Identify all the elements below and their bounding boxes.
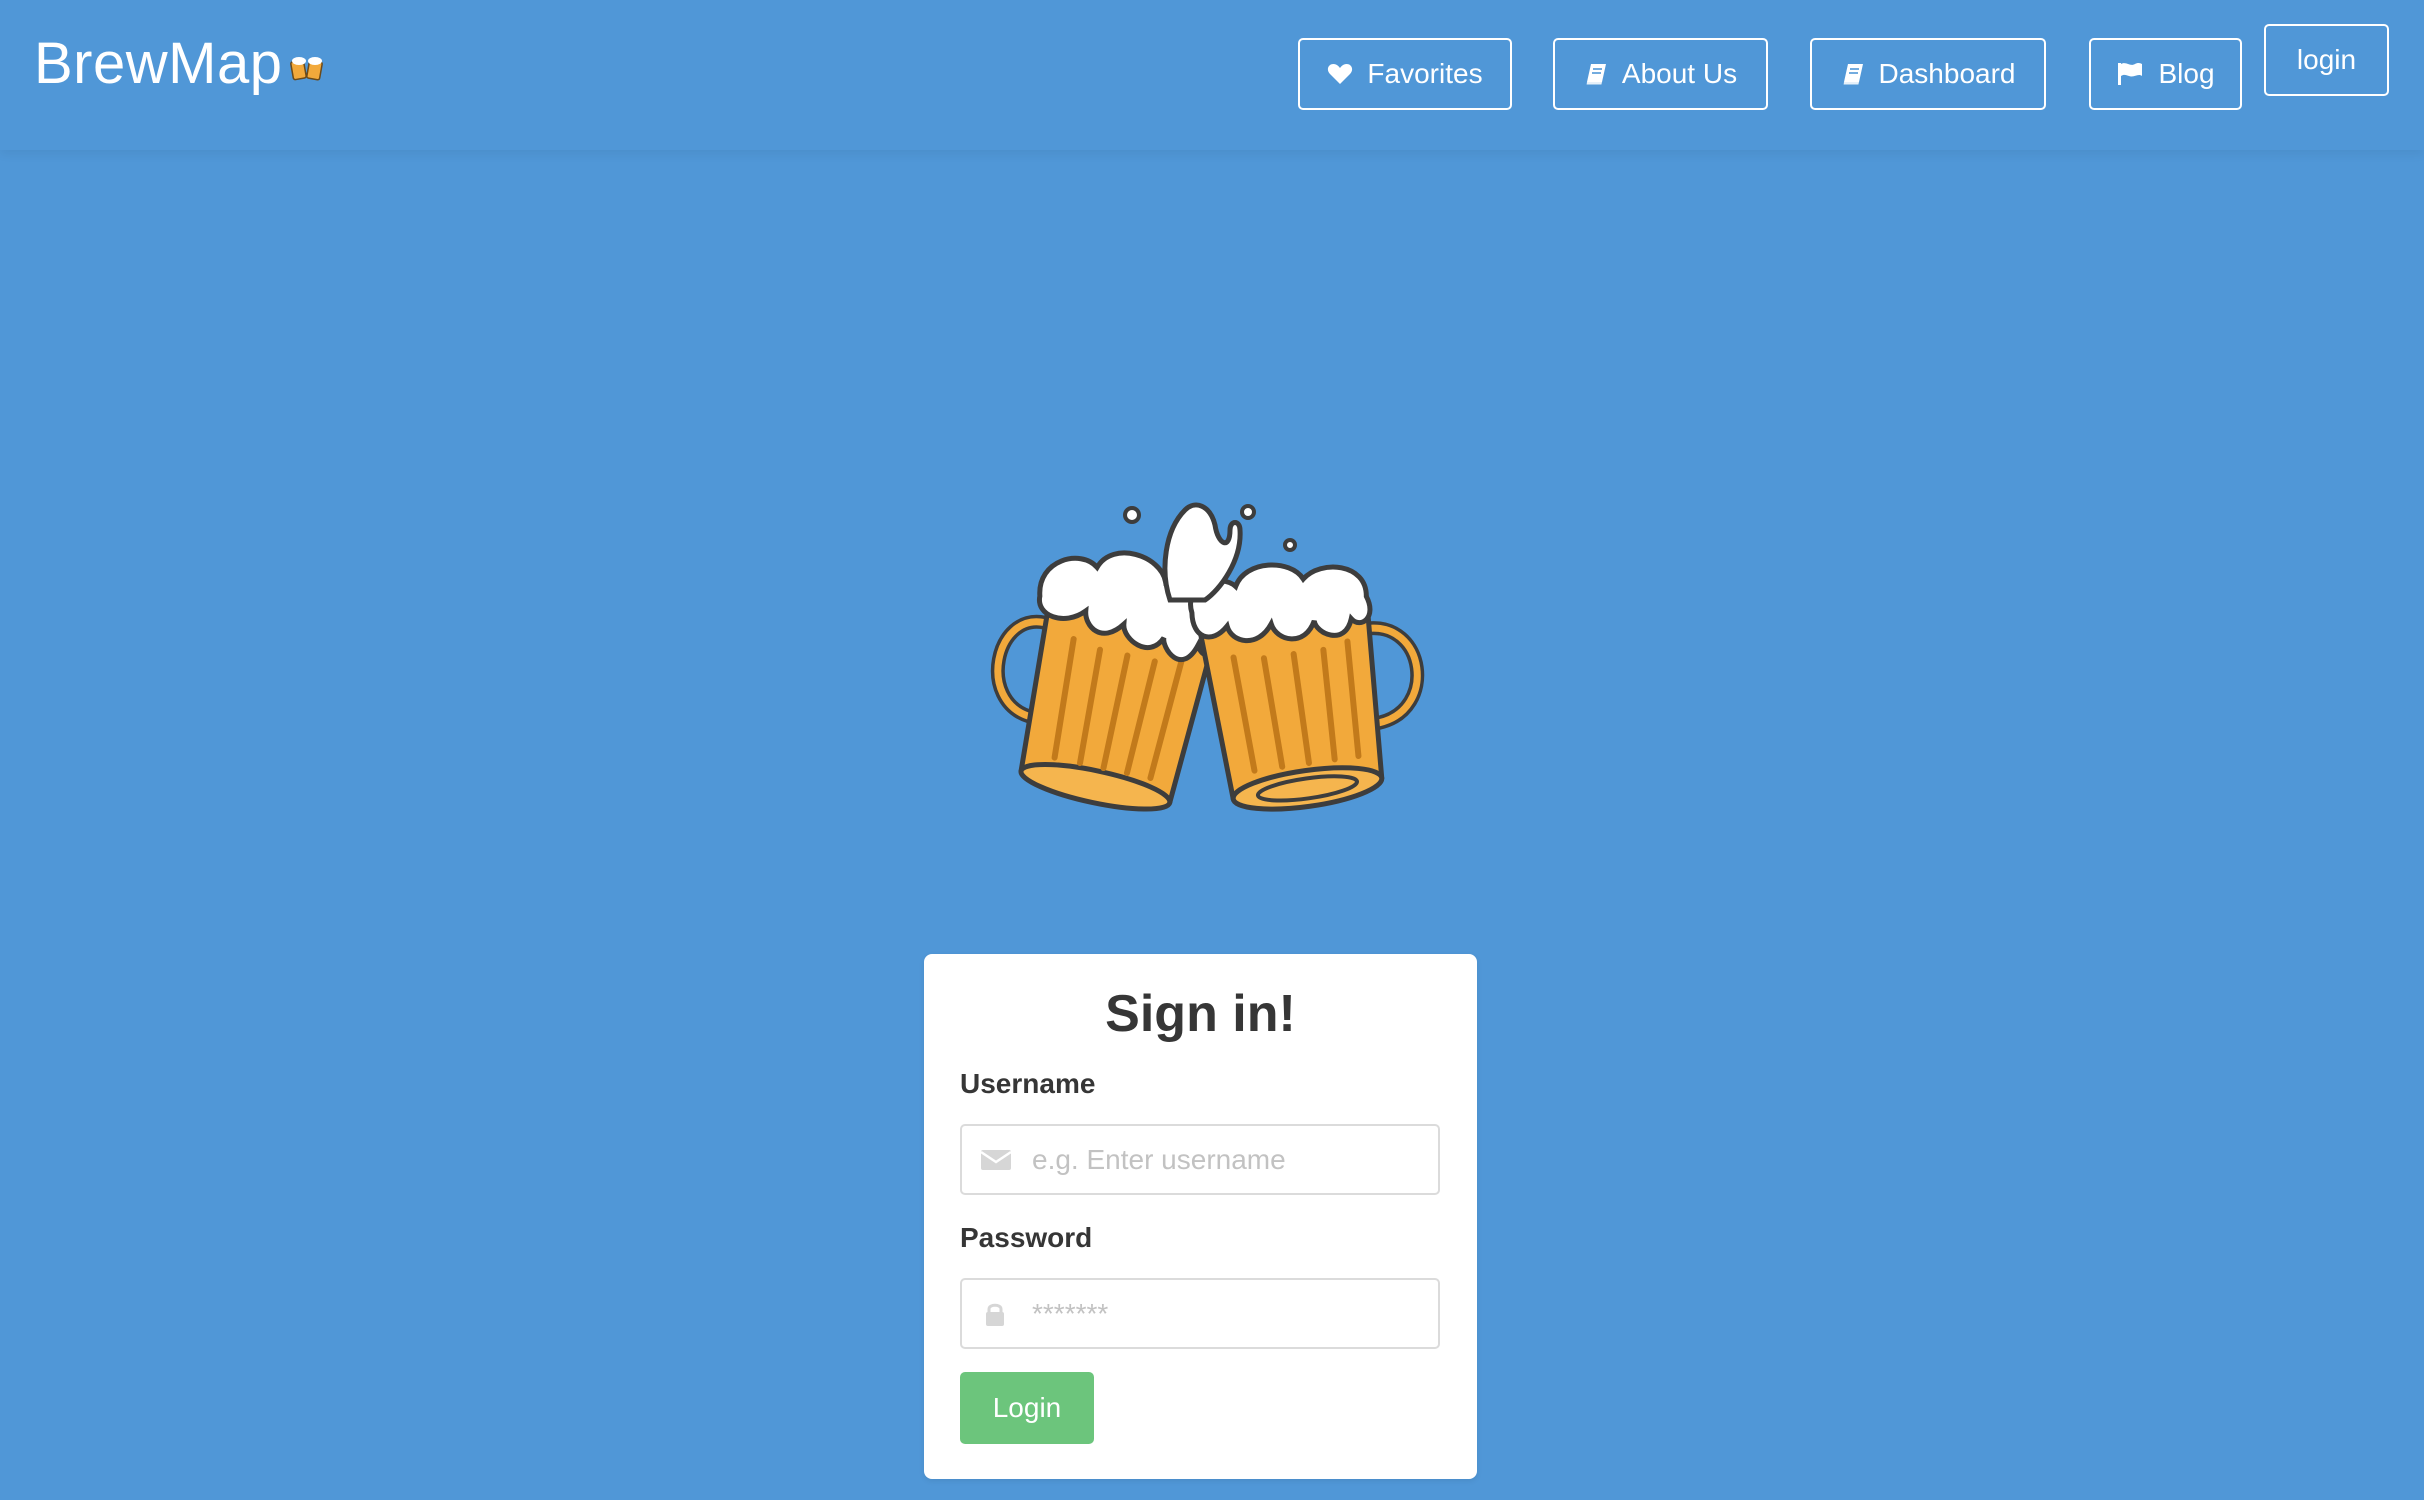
heart-icon xyxy=(1327,62,1353,86)
brand-name[interactable]: BrewMap xyxy=(34,30,282,97)
about-us-button[interactable]: About Us xyxy=(1553,38,1768,110)
favorites-button[interactable]: Favorites xyxy=(1298,38,1512,110)
flag-icon xyxy=(2116,61,2144,87)
dashboard-button[interactable]: Dashboard xyxy=(1810,38,2046,110)
beers-icon xyxy=(290,53,324,88)
login-submit-button[interactable]: Login xyxy=(960,1372,1094,1444)
top-navbar: BrewMap Favorites About Us Dashboard Blo… xyxy=(0,0,2424,150)
about-us-label: About Us xyxy=(1621,58,1738,89)
sign-in-card: Sign in! Username Password Login xyxy=(924,954,1477,1479)
login-nav-label: login xyxy=(2296,44,2357,75)
password-input[interactable] xyxy=(1032,1280,1432,1347)
login-submit-label: Login xyxy=(992,1392,1062,1423)
favorites-label: Favorites xyxy=(1367,58,1483,89)
brand[interactable]: BrewMap xyxy=(34,30,324,97)
blog-button[interactable]: Blog xyxy=(2089,38,2242,110)
login-nav-button[interactable]: login xyxy=(2264,24,2389,96)
username-label: Username xyxy=(960,1068,1096,1099)
book-icon xyxy=(1841,62,1865,86)
book-icon xyxy=(1584,62,1608,86)
dashboard-label: Dashboard xyxy=(1878,58,2016,89)
beer-mugs-illustration xyxy=(990,490,1430,850)
username-field[interactable] xyxy=(960,1124,1440,1195)
envelope-icon xyxy=(980,1126,1012,1193)
password-label: Password xyxy=(960,1222,1093,1253)
lock-icon xyxy=(980,1280,1010,1347)
username-input[interactable] xyxy=(1032,1126,1432,1193)
sign-in-title: Sign in! xyxy=(1105,985,1296,1043)
blog-label: Blog xyxy=(2158,58,2215,89)
password-field[interactable] xyxy=(960,1278,1440,1349)
